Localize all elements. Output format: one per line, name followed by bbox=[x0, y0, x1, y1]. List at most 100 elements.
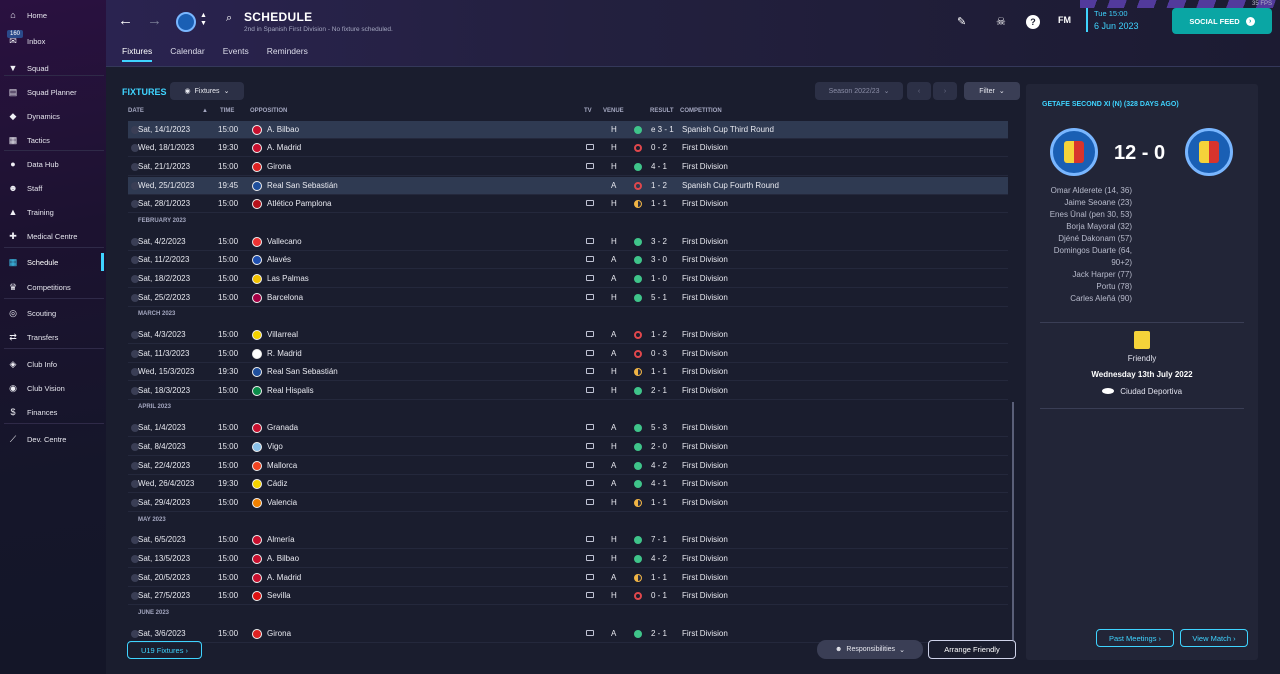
sidebar-item-scouting[interactable]: ◎ Scouting bbox=[0, 302, 106, 324]
sidebar-item-club-vision[interactable]: ◉ Club Vision bbox=[0, 377, 106, 399]
arrange-friendly-button[interactable]: Arrange Friendly bbox=[928, 640, 1016, 659]
sidebar-item-tactics[interactable]: ▦ Tactics bbox=[0, 129, 106, 151]
opposition-name[interactable]: Girona bbox=[267, 629, 291, 638]
opposition-name[interactable]: Girona bbox=[267, 162, 291, 171]
table-row[interactable]: Wed, 25/1/2023 19:45 Real San Sebastián A 1 … bbox=[128, 177, 1008, 195]
goal-scorer[interactable]: Enes Ünal (pen 30, 53) bbox=[1040, 209, 1132, 221]
opposition-name[interactable]: Mallorca bbox=[267, 461, 297, 470]
season-dropdown[interactable]: Season 2022/23 ⌄ bbox=[815, 82, 903, 100]
opposition-name[interactable]: Villarreal bbox=[267, 330, 298, 339]
goal-scorer[interactable]: Djéné Dakonam (57) bbox=[1040, 233, 1132, 245]
col-competition[interactable]: COMPETITION bbox=[680, 108, 722, 114]
opposition-name[interactable]: R. Madrid bbox=[267, 349, 302, 358]
opposition-name[interactable]: Vigo bbox=[267, 442, 283, 451]
table-row[interactable]: Wed, 15/3/2023 19:30 Real San Sebastián H 1 … bbox=[128, 363, 1008, 381]
match-panel-title[interactable]: GETAFE SECOND XI (N) (328 DAYS AGO) bbox=[1042, 101, 1179, 108]
sidebar-item-training[interactable]: ▲ Training bbox=[0, 201, 106, 223]
goal-scorer[interactable]: 90+2) bbox=[1040, 257, 1132, 269]
sidebar-item-home[interactable]: ⌂ Home bbox=[0, 4, 106, 26]
goal-scorer[interactable]: Portu (78) bbox=[1040, 281, 1132, 293]
table-row[interactable]: Sat, 18/3/2023 15:00 Real Hispalis H 2 - 1 Fi… bbox=[128, 382, 1008, 400]
scrollbar[interactable] bbox=[1012, 402, 1014, 640]
opposition-name[interactable]: A. Madrid bbox=[267, 143, 301, 152]
goal-scorer[interactable]: Omar Alderete (14, 36) bbox=[1040, 185, 1132, 197]
sidebar-item-staff[interactable]: ☻ Staff bbox=[0, 177, 106, 199]
opposition-name[interactable]: Almería bbox=[267, 535, 295, 544]
goal-scorer[interactable]: Carles Aleñá (90) bbox=[1040, 293, 1132, 305]
goal-scorer[interactable]: Borja Mayoral (32) bbox=[1040, 221, 1132, 233]
opposition-name[interactable]: Cádiz bbox=[267, 479, 287, 488]
table-row[interactable]: Sat, 21/1/2023 15:00 Girona H 4 - 1 First Div… bbox=[128, 158, 1008, 176]
col-result[interactable]: RESULT bbox=[650, 108, 674, 114]
sidebar-item-medical-centre[interactable]: ✚ Medical Centre bbox=[0, 225, 106, 247]
sidebar-item-competitions[interactable]: ♛ Competitions bbox=[0, 276, 106, 298]
tab-fixtures[interactable]: Fixtures bbox=[122, 46, 153, 62]
tab-calendar[interactable]: Calendar bbox=[170, 46, 205, 62]
past-meetings-button[interactable]: Past Meetings › bbox=[1096, 629, 1174, 647]
tab-reminders[interactable]: Reminders bbox=[267, 46, 308, 62]
table-row[interactable]: Sat, 4/3/2023 15:00 Villarreal A 1 - 2 First … bbox=[128, 326, 1008, 344]
opposition-name[interactable]: Alavés bbox=[267, 255, 291, 264]
opposition-name[interactable]: Las Palmas bbox=[267, 274, 309, 283]
sidebar-item-finances[interactable]: $ Finances bbox=[0, 401, 106, 423]
sidebar-item-squad-planner[interactable]: ▤ Squad Planner bbox=[0, 81, 106, 103]
table-row[interactable]: Sat, 1/4/2023 15:00 Granada A 5 - 3 First Div… bbox=[128, 419, 1008, 437]
sidebar-item-dynamics[interactable]: ◆ Dynamics bbox=[0, 105, 106, 127]
table-row[interactable]: Sat, 6/5/2023 15:00 Almería H 7 - 1 First Div… bbox=[128, 531, 1008, 549]
opposition-name[interactable]: A. Bilbao bbox=[267, 554, 299, 563]
goal-scorer[interactable]: Jack Harper (77) bbox=[1040, 269, 1132, 281]
next-season-button[interactable]: › bbox=[933, 82, 957, 100]
sort-asc-icon[interactable]: ▲ bbox=[202, 108, 208, 114]
table-row[interactable]: Sat, 14/1/2023 15:00 A. Bilbao He 3 - 1 Span… bbox=[128, 121, 1008, 139]
assistant-icon[interactable]: ☠ bbox=[996, 15, 1006, 28]
edit-icon[interactable]: ✎ bbox=[957, 15, 966, 28]
sidebar-item-transfers[interactable]: ⇄ Transfers bbox=[0, 326, 106, 348]
table-row[interactable]: Sat, 22/4/2023 15:00 Mallorca A 4 - 2 First D… bbox=[128, 457, 1008, 475]
opposition-name[interactable]: Real Hispalis bbox=[267, 386, 314, 395]
view-match-button[interactable]: View Match › bbox=[1180, 629, 1248, 647]
responsibilities-button[interactable]: ☻ Responsibilities ⌄ bbox=[817, 640, 923, 659]
opposition-name[interactable]: Valencia bbox=[267, 498, 297, 507]
table-row[interactable]: Sat, 27/5/2023 15:00 Sevilla H 0 - 1 First Di… bbox=[128, 587, 1008, 605]
goal-scorer[interactable]: Jaime Seoane (23) bbox=[1040, 197, 1132, 209]
opposition-name[interactable]: A. Bilbao bbox=[267, 125, 299, 134]
col-tv[interactable]: TV bbox=[584, 108, 592, 114]
away-crest-icon[interactable] bbox=[1185, 128, 1233, 176]
table-row[interactable]: Sat, 11/2/2023 15:00 Alavés A 3 - 0 First Div… bbox=[128, 251, 1008, 269]
tab-events[interactable]: Events bbox=[223, 46, 249, 62]
home-crest-icon[interactable] bbox=[1050, 128, 1098, 176]
sidebar-item-dev-centre[interactable]: ⟋ Dev. Centre bbox=[0, 428, 106, 450]
sidebar-item-schedule[interactable]: ▦ Schedule bbox=[0, 251, 106, 273]
col-venue[interactable]: VENUE bbox=[603, 108, 624, 114]
table-row[interactable]: Sat, 29/4/2023 15:00 Valencia H 1 - 1 First D… bbox=[128, 494, 1008, 512]
col-opposition[interactable]: OPPOSITION bbox=[250, 108, 287, 114]
table-row[interactable]: Sat, 4/2/2023 15:00 Vallecano H 3 - 2 First D… bbox=[128, 233, 1008, 251]
opposition-name[interactable]: Sevilla bbox=[267, 591, 291, 600]
club-switch-chevrons-icon[interactable]: ▲ ▼ bbox=[200, 12, 207, 28]
table-row[interactable]: Sat, 8/4/2023 15:00 Vigo H 2 - 0 First Divisi… bbox=[128, 438, 1008, 456]
game-date[interactable]: Tue 15:00 6 Jun 2023 bbox=[1086, 8, 1139, 32]
opposition-name[interactable]: Atlético Pamplona bbox=[267, 199, 331, 208]
col-date[interactable]: DATE bbox=[128, 108, 144, 114]
table-row[interactable]: Sat, 13/5/2023 15:00 A. Bilbao H 4 - 2 First … bbox=[128, 550, 1008, 568]
fixtures-view-dropdown[interactable]: ◉ Fixtures ⌄ bbox=[170, 82, 244, 100]
opposition-name[interactable]: Barcelona bbox=[267, 293, 303, 302]
filter-button[interactable]: Filter ⌄ bbox=[964, 82, 1020, 100]
opposition-name[interactable]: Vallecano bbox=[267, 237, 302, 246]
fm-logo[interactable]: FM bbox=[1058, 15, 1071, 25]
goal-scorer[interactable]: Domingos Duarte (64, bbox=[1040, 245, 1132, 257]
table-row[interactable]: Wed, 18/1/2023 19:30 A. Madrid H 0 - 2 First … bbox=[128, 139, 1008, 157]
club-crest-icon[interactable] bbox=[176, 12, 196, 32]
opposition-name[interactable]: Real San Sebastián bbox=[267, 181, 338, 190]
opposition-name[interactable]: A. Madrid bbox=[267, 573, 301, 582]
help-icon[interactable]: ? bbox=[1026, 15, 1040, 29]
table-row[interactable]: Sat, 20/5/2023 15:00 A. Madrid A 1 - 1 First … bbox=[128, 569, 1008, 587]
prev-season-button[interactable]: ‹ bbox=[907, 82, 931, 100]
back-arrow-icon[interactable]: ← bbox=[118, 12, 133, 29]
social-feed-button[interactable]: SOCIAL FEED › bbox=[1172, 8, 1272, 34]
u19-fixtures-button[interactable]: U19 Fixtures › bbox=[127, 641, 202, 659]
sidebar-item-data-hub[interactable]: ● Data Hub bbox=[0, 153, 106, 175]
search-icon[interactable]: ⌕ bbox=[226, 12, 232, 25]
table-row[interactable]: Wed, 26/4/2023 19:30 Cádiz A 4 - 1 First Divi… bbox=[128, 475, 1008, 493]
table-row[interactable]: Sat, 11/3/2023 15:00 R. Madrid A 0 - 3 First … bbox=[128, 345, 1008, 363]
